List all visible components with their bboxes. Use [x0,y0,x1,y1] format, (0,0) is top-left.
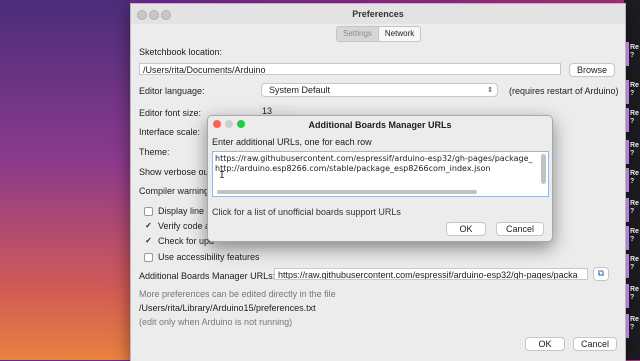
accessibility-checkbox[interactable] [144,253,153,262]
open-url-list-icon[interactable]: ⧉ [593,267,609,281]
editor-language-label: Editor language: [139,86,205,96]
display-line-numbers-checkbox[interactable] [144,207,153,216]
verify-code-checkbox[interactable]: ✓ [144,222,153,231]
browse-button[interactable]: Browse [569,63,615,77]
theme-label: Theme: [139,147,170,157]
side-panel-item[interactable]: Re ? [624,42,640,66]
side-panel-item[interactable]: Re ? [624,168,640,192]
editor-language-select[interactable]: System Default ⇕ [261,83,498,97]
window-title: Preferences [352,9,404,19]
url-line: https://raw.githubusercontent.com/espres… [215,154,533,163]
ok-button[interactable]: OK [525,337,565,351]
check-updates-checkbox[interactable]: ✓ [144,237,153,246]
compiler-warnings-label: Compiler warning [139,186,210,196]
interface-scale-label: Interface scale: [139,127,201,137]
display-line-numbers-label: Display line n [158,206,212,216]
unofficial-urls-link[interactable]: Click for a list of unofficial boards su… [212,207,401,217]
text-cursor-icon: I [219,170,226,181]
prefs-path: /Users/rita/Library/Arduino15/preference… [139,303,316,313]
side-panel-item[interactable]: Re ? [624,198,640,222]
vertical-scrollbar[interactable] [541,154,546,184]
side-panel-item[interactable]: Re ? [624,314,640,338]
boards-urls-field[interactable]: https://raw.githubusercontent.com/espres… [274,268,588,280]
desktop-background [0,0,130,360]
sketchbook-label: Sketchbook location: [139,47,223,57]
tab-settings[interactable]: Settings [337,27,378,41]
sketchbook-path-field[interactable]: /Users/rita/Documents/Arduino [139,63,561,75]
side-panel-item[interactable]: Re ? [624,80,640,104]
accessibility-label: Use accessibility features [158,252,260,262]
edit-note: (edit only when Arduino is not running) [139,317,293,327]
boards-urls-label: Additional Boards Manager URLs: [139,271,276,281]
tab-network[interactable]: Network [377,27,421,41]
check-updates-label: Check for upd [158,236,215,246]
restart-note: (requires restart of Arduino) [509,86,619,96]
urls-textarea[interactable]: https://raw.githubusercontent.com/espres… [212,151,549,197]
url-line: http://arduino.esp8266.com/stable/packag… [215,164,491,173]
cancel-button[interactable]: Cancel [573,337,617,351]
dialog-cancel-button[interactable]: Cancel [496,222,544,236]
side-panel-item[interactable]: Re ? [624,226,640,250]
more-prefs-note: More preferences can be edited directly … [139,289,336,299]
dialog-instruction: Enter additional URLs, one for each row [212,137,372,147]
editor-language-value: System Default [269,85,331,95]
font-size-label: Editor font size: [139,108,202,118]
verify-code-label: Verify code a [158,221,211,231]
side-panel-item[interactable]: Re ? [624,140,640,164]
side-panel-item[interactable]: Re ? [624,284,640,308]
horizontal-scrollbar[interactable] [217,190,477,194]
dialog-title: Additional Boards Manager URLs [308,120,452,130]
verbose-output-label: Show verbose out [139,167,212,177]
additional-urls-dialog: Additional Boards Manager URLs Enter add… [207,115,553,242]
dialog-ok-button[interactable]: OK [446,222,486,236]
tab-bar: Settings Network [336,26,422,42]
side-panel-item[interactable]: Re ? [624,254,640,278]
side-panel-item[interactable]: Re ? [624,108,640,132]
chevron-updown-icon: ⇕ [487,87,493,94]
